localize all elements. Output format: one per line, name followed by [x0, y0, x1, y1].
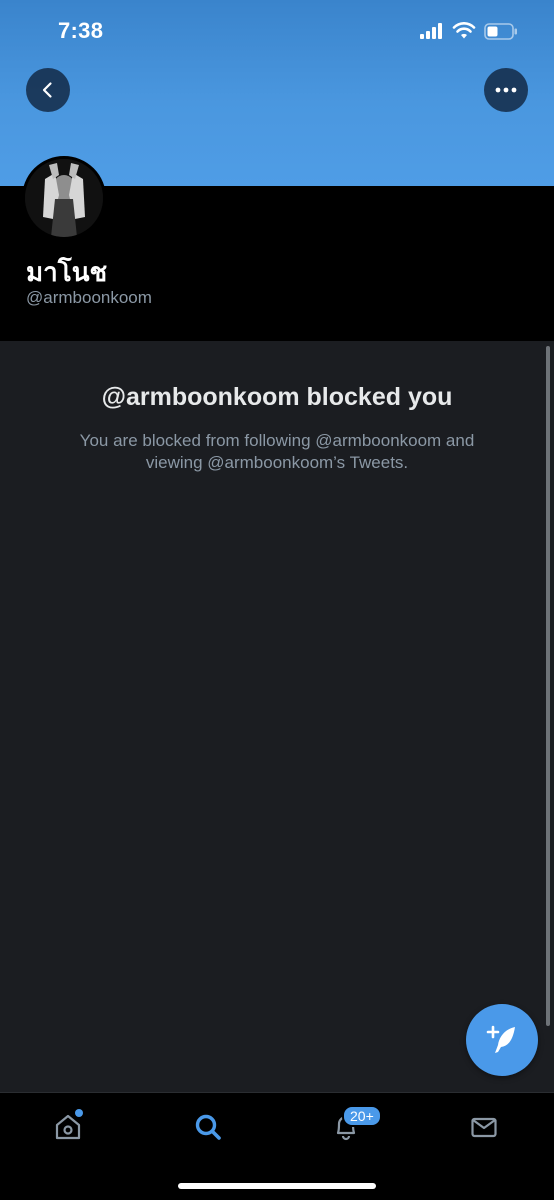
- display-name: มาโนช: [26, 258, 108, 288]
- tab-home[interactable]: [40, 1105, 96, 1149]
- avatar-image: [25, 159, 103, 237]
- tab-search[interactable]: [180, 1105, 236, 1149]
- tab-messages[interactable]: [456, 1105, 512, 1149]
- signal-icon: [420, 23, 442, 39]
- status-time: 7:38: [58, 18, 104, 43]
- home-new-indicator: [75, 1109, 83, 1117]
- compose-tweet-icon: [486, 1025, 515, 1053]
- status-bar: 7:38: [0, 0, 554, 62]
- avatar[interactable]: [22, 156, 106, 240]
- more-options-button[interactable]: [484, 68, 528, 112]
- compose-tweet-button[interactable]: [466, 1004, 538, 1076]
- battery-icon: [484, 22, 517, 40]
- chevron-left-icon: [42, 82, 52, 98]
- wifi-icon: [452, 22, 476, 39]
- notification-badge: 20+: [342, 1105, 382, 1127]
- more-horizontal-icon: [495, 87, 517, 93]
- mail-icon: [471, 1117, 497, 1138]
- tab-notifications[interactable]: 20+: [318, 1105, 382, 1149]
- search-icon: [195, 1114, 221, 1140]
- home-indicator: [178, 1183, 376, 1189]
- scrollbar[interactable]: [546, 346, 550, 1026]
- blocked-content: @armboonkoom blocked you You are blocked…: [0, 341, 554, 1092]
- blocked-message: You are blocked from following @armboonk…: [79, 431, 475, 472]
- back-button[interactable]: [26, 68, 70, 112]
- status-icons: [420, 22, 518, 40]
- user-handle: @armboonkoom: [26, 288, 152, 307]
- blocked-title: @armboonkoom blocked you: [101, 383, 453, 411]
